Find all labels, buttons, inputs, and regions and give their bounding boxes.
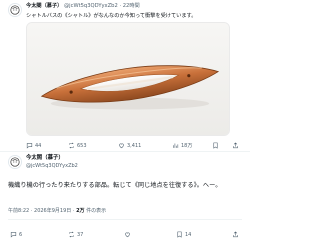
divider	[8, 219, 242, 220]
share-icon	[233, 231, 238, 238]
avatar-icon	[9, 4, 21, 16]
heart-icon	[119, 143, 124, 149]
repost-count: 653	[77, 142, 87, 149]
post-date[interactable]: 2026年9月19日	[34, 208, 71, 214]
like-count: 3,411	[127, 142, 142, 149]
heart-icon	[125, 232, 130, 238]
avatar[interactable]	[8, 3, 22, 17]
reply-icon	[26, 143, 33, 149]
reply-count: 6	[19, 231, 23, 238]
reply-button[interactable]: 6	[10, 231, 22, 238]
author-handle[interactable]: @jcWt5q3QDYyxZb2	[26, 163, 78, 170]
reply-count: 44	[35, 142, 42, 149]
bookmark-count: 14	[185, 231, 192, 238]
tweet-meta: 午前8:22 · 2026年9月19日 · 2万 件の表示	[8, 208, 106, 215]
repost-icon	[69, 142, 74, 149]
tweet-1[interactable]: 今太閤（慕子） @jcWt5q3QDYyxZb2 · 22時間 シャトルバスの《…	[0, 0, 250, 152]
views-button[interactable]: 18万	[172, 142, 192, 149]
bookmark-icon	[213, 142, 218, 149]
like-button[interactable]	[124, 231, 131, 238]
avatar[interactable]	[8, 155, 22, 169]
tweet-header: 今太閤（慕子） @jcWt5q3QDYyxZb2 · 22時間	[26, 3, 140, 10]
avatar-icon	[9, 156, 21, 168]
tweet-text: シャトルバスの《シャトル》がなんなのか今知って衝撃を受けています。	[26, 13, 197, 19]
shuttle-image	[27, 23, 229, 135]
views-count: 2万	[76, 208, 85, 214]
bookmark-button[interactable]: 14	[176, 231, 191, 238]
views-label: 件の表示	[86, 208, 107, 214]
separator-dot: ·	[30, 208, 33, 214]
reply-icon	[10, 232, 17, 238]
views-chart-icon	[173, 143, 179, 148]
author-name[interactable]: 今太閤（慕子）	[26, 155, 64, 162]
share-button[interactable]	[232, 142, 239, 149]
post-time[interactable]: 午前8:22	[8, 208, 29, 214]
separator-dot: ·	[72, 208, 75, 214]
timestamp[interactable]: 22時間	[123, 3, 140, 9]
tweet-text: 機織り機の行ったり来たりする部品。転じて《同じ地点を往復する》。へー。	[8, 182, 222, 189]
share-icon	[233, 142, 238, 149]
separator-dot: ·	[119, 3, 122, 9]
like-button[interactable]: 3,411	[118, 142, 141, 149]
bookmark-button[interactable]	[212, 142, 219, 149]
author-handle[interactable]: @jcWt5q3QDYyxZb2	[64, 3, 118, 9]
repost-button[interactable]: 653	[68, 142, 87, 149]
repost-count: 37	[77, 231, 84, 238]
repost-icon	[69, 231, 74, 238]
divider	[0, 151, 250, 152]
reply-button[interactable]: 44	[26, 142, 41, 149]
author-name[interactable]: 今太閤（慕子）	[26, 3, 62, 9]
share-button[interactable]	[232, 231, 239, 238]
views-count: 18万	[181, 143, 193, 149]
tweet-image[interactable]	[26, 22, 230, 136]
repost-button[interactable]: 37	[68, 231, 83, 238]
bookmark-icon	[177, 231, 182, 238]
